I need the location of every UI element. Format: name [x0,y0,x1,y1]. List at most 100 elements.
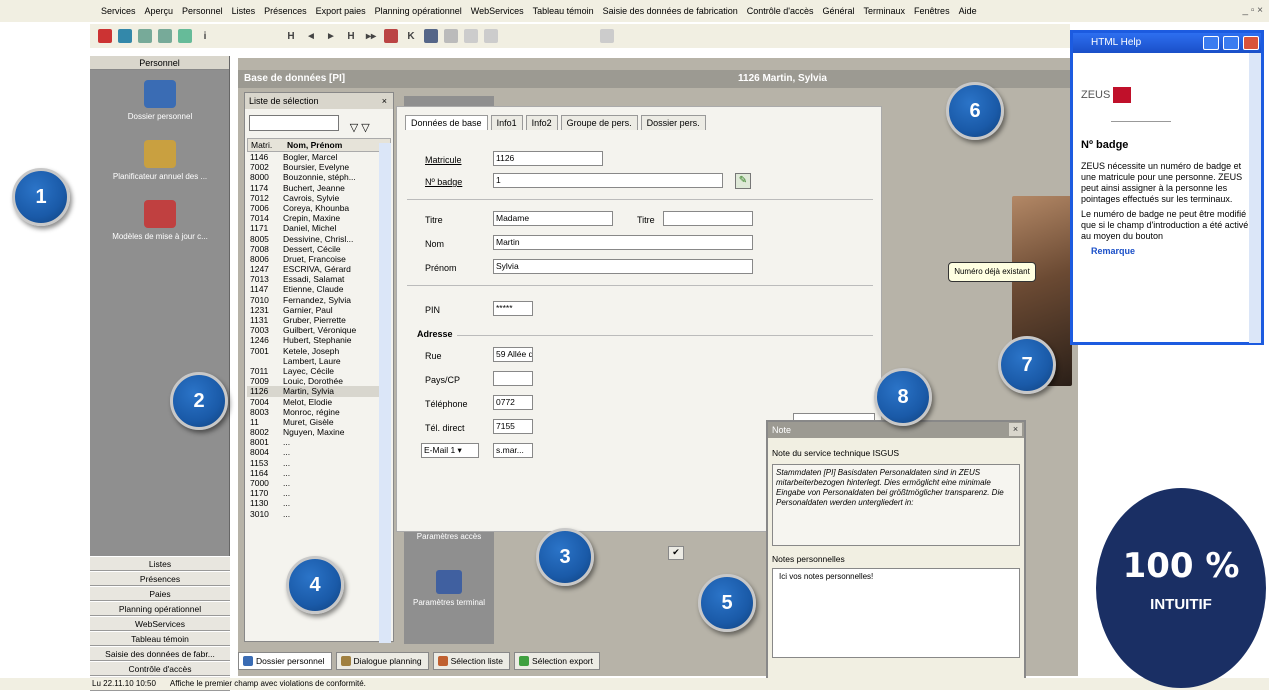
prev-record-icon[interactable]: ◄ [304,31,318,42]
list-item[interactable]: 8005 Dessivine, Chrisl... [247,234,391,244]
check-icon[interactable]: ✔ [668,546,684,560]
cancel-icon[interactable]: K [404,31,418,42]
rue-field[interactable]: 59 Allée d... [493,347,533,362]
matricule-field[interactable]: 1126 [493,151,603,166]
first-record-icon[interactable]: H [284,31,298,42]
layout-icon[interactable] [138,29,152,43]
list-item[interactable]: 8002 Nguyen, Maxine [247,427,391,437]
list-item[interactable]: 1164... [247,468,391,478]
nav-group-item[interactable]: Planning opérationnel [90,601,230,616]
list-item[interactable]: 1171 Daniel, Michel [247,223,391,233]
title-field[interactable]: Madame [493,211,613,226]
list-item[interactable]: 8004... [247,447,391,457]
bottom-tab[interactable]: Sélection export [514,652,600,670]
forward-icon[interactable] [118,29,132,43]
list-item[interactable]: 1231 Garnier, Paul [247,305,391,315]
list-item[interactable]: 3010... [247,509,391,519]
email-field[interactable]: s.mar... [493,443,533,458]
menu-item[interactable]: Saisie des données de fabrication [602,6,739,16]
prenom-field[interactable]: Sylvia [493,259,753,274]
bottom-tab[interactable]: Sélection liste [432,652,511,670]
nav-group-item[interactable]: Saisie des données de fabr... [90,646,230,661]
menu-item[interactable]: WebServices [470,6,525,16]
list-item[interactable]: 1170... [247,488,391,498]
selection-search-input[interactable] [249,115,339,131]
close-icon[interactable]: × [382,93,387,109]
form-tab[interactable]: Info1 [490,115,523,130]
list-item[interactable]: 1153... [247,458,391,468]
nav-group-item[interactable]: Listes [90,556,230,571]
list-icon[interactable] [444,29,458,43]
nav-group-item[interactable]: Présences [90,571,230,586]
menu-item[interactable]: Terminaux [863,6,907,16]
maximize-icon[interactable] [1223,36,1239,50]
next-record-icon[interactable]: ► [324,31,338,42]
nav-group-item[interactable]: WebServices [90,616,230,631]
list-item[interactable]: 1126 Martin, Sylvia [247,386,391,397]
list-item[interactable]: 8000 Bouzonnie, stéph... [247,172,391,182]
window-controls[interactable]: _ ▫ × [1242,5,1263,16]
list-item[interactable]: 8001... [247,437,391,447]
window-icon[interactable] [158,29,172,43]
bottom-tab[interactable]: Dossier personnel [238,652,332,670]
menu-item[interactable]: Export paies [315,6,367,16]
menu-item[interactable]: Listes [231,6,257,16]
personal-note-textarea[interactable]: Ici vos notes personnelles! [772,568,1020,658]
menu-item[interactable]: Planning opérationnel [374,6,463,16]
list-item[interactable]: 8006 Druet, Francoise [247,254,391,264]
module-item[interactable]: Paramètres terminal [404,570,494,607]
email-type-select[interactable]: E-Mail 1 ▾ [421,443,479,458]
info-icon[interactable]: i [198,31,212,42]
nav-header[interactable]: Personnel [90,56,229,70]
teldirect-field[interactable]: 7155 [493,419,533,434]
menu-item[interactable]: Contrôle d'accès [746,6,815,16]
list-item[interactable]: 11 Muret, Gisèle [247,417,391,427]
edit-icon[interactable] [464,29,478,43]
pays-field[interactable] [493,371,533,386]
title2-field[interactable] [663,211,753,226]
form-tab[interactable]: Groupe de pers. [560,115,638,130]
col-name[interactable]: Nom, Prénom [284,139,374,151]
list-item[interactable]: 7014 Crepin, Maxine [247,213,391,223]
list-item[interactable]: 7006 Coreya, Khounba [247,203,391,213]
col-matricule[interactable]: Matri. [248,139,284,151]
nav-group-item[interactable]: Paies [90,586,230,601]
list-item[interactable]: 7004 Melot, Elodie [247,397,391,407]
nav-group-item[interactable]: Contrôle d'accès [90,661,230,676]
home-icon[interactable] [484,29,498,43]
list-item[interactable]: 1246 Hubert, Stephanie [247,335,391,345]
list-item[interactable]: 8003 Monroc, régine [247,407,391,417]
list-item[interactable]: Lambert, Laure [247,356,391,366]
list-item[interactable]: 7012 Cavrois, Sylvie [247,193,391,203]
list-item[interactable]: 1146 Bogler, Marcel [247,152,391,162]
edit-badge-icon[interactable]: ✎ [735,173,751,189]
nav-module-planificateur[interactable]: Planificateur annuel des ... [90,140,230,181]
menu-item[interactable]: Tableau témoin [532,6,595,16]
list-item[interactable]: 1174 Buchert, Jeanne [247,183,391,193]
nom-field[interactable]: Martin [493,235,753,250]
list-item[interactable]: 7011 Layec, Cécile [247,366,391,376]
filter-icon[interactable]: ▽ ▽ [350,121,370,134]
list-item[interactable]: 7009 Louic, Dorothée [247,376,391,386]
list-item[interactable]: 1247 ESCRIVA, Gérard [247,264,391,274]
pin-field[interactable]: ***** [493,301,533,316]
refresh-icon[interactable] [178,29,192,43]
list-item[interactable]: 7001 Ketele, Joseph [247,346,391,356]
globe-icon[interactable] [424,29,438,43]
menu-item[interactable]: Personnel [181,6,224,16]
selection-scrollbar[interactable] [379,143,391,643]
bottom-tab[interactable]: Dialogue planning [335,652,429,670]
menu-item[interactable]: Fenêtres [913,6,951,16]
list-item[interactable]: 7002 Boursier, Evelyne [247,162,391,172]
last-record-icon[interactable]: H [344,31,358,42]
telephone-field[interactable]: 0772 [493,395,533,410]
form-tab[interactable]: Données de base [405,115,488,130]
list-item[interactable]: 7013 Essadi, Salamat [247,274,391,284]
menu-item[interactable]: Aide [958,6,978,16]
help-link-remarque[interactable]: Remarque [1081,246,1253,257]
menu-item[interactable]: Général [822,6,856,16]
list-item[interactable]: 1131 Gruber, Pierrette [247,315,391,325]
list-item[interactable]: 1130... [247,498,391,508]
exit-icon[interactable] [98,29,112,43]
menu-item[interactable]: Services [100,6,137,16]
